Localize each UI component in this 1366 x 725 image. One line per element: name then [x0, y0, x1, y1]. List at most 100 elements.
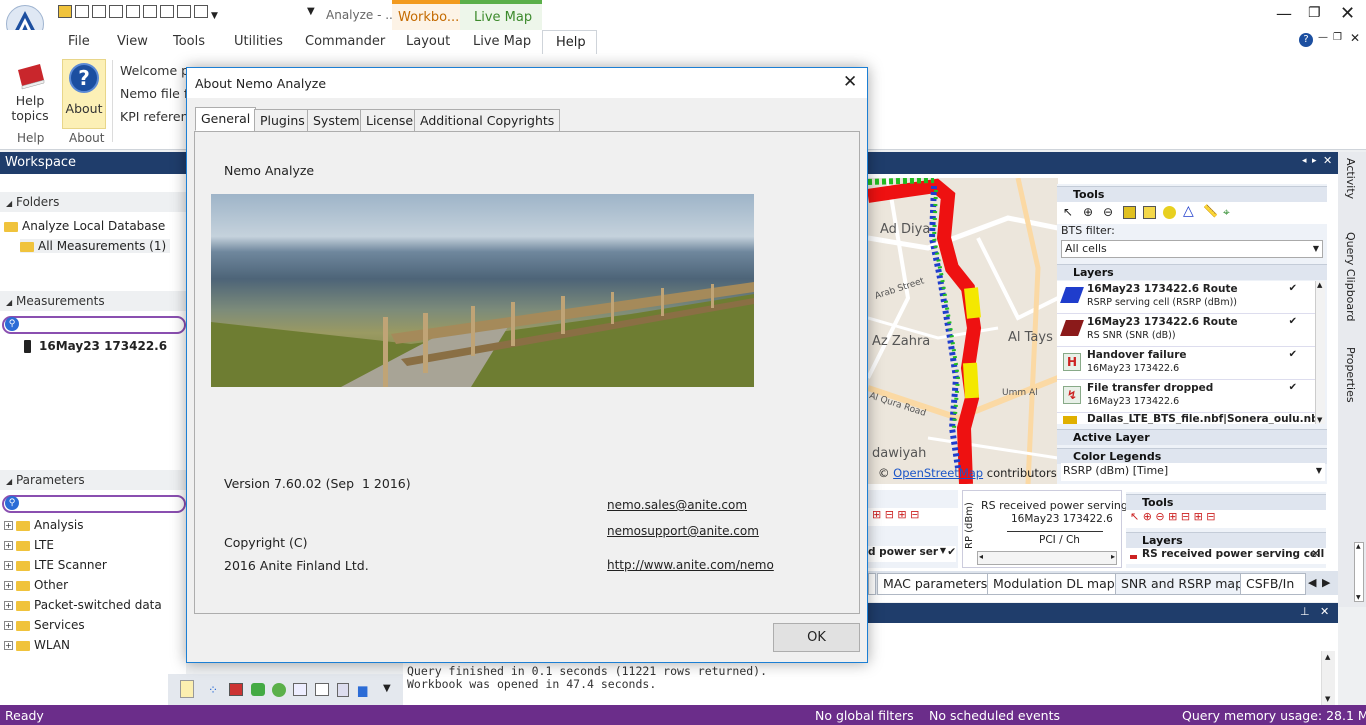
context-tab-workbook[interactable]: Workbo... [392, 0, 460, 30]
param-services[interactable]: + Services [4, 618, 85, 632]
color-legends-header[interactable]: Color Legends [1057, 448, 1327, 464]
lower-layers-header[interactable]: Layers [1126, 532, 1326, 548]
menu-view[interactable]: View [117, 34, 148, 49]
param-other[interactable]: + Other [4, 578, 68, 592]
parameters-section-header[interactable]: ◢ Parameters [0, 470, 186, 490]
add-point-icon[interactable]: ⌖ [1223, 205, 1230, 220]
map-canvas[interactable]: Ad Diya Arab Street Az Zahra Al Tays Umm… [868, 178, 1058, 484]
ok-button[interactable]: OK [773, 623, 860, 652]
menu-commander[interactable]: Commander [305, 34, 385, 49]
document-icon[interactable] [337, 683, 349, 697]
context-tab-livemap[interactable]: Live Map [460, 0, 542, 30]
color-legend-select[interactable]: RSRP (dBm) [Time] ▼ [1061, 463, 1325, 481]
tab-modulation-dl-map[interactable]: Modulation DL map [987, 573, 1121, 595]
param-packet-switched[interactable]: + Packet-switched data [4, 598, 162, 612]
tab-plugins[interactable]: Plugins [254, 109, 311, 132]
kpi-reference-link[interactable]: KPI referen [120, 109, 189, 124]
param-lte-scanner[interactable]: + LTE Scanner [4, 558, 107, 572]
support-email-link[interactable]: nemosupport@anite.com [607, 524, 759, 538]
param-lte[interactable]: + LTE [4, 538, 54, 552]
layer-route-snr[interactable]: 16May23 173422.6 Route RS SNR (SNR (dB))… [1057, 314, 1315, 347]
bts-filter-select[interactable]: All cells ▼ [1061, 240, 1323, 258]
bar-chart-icon[interactable]: ▆ [358, 683, 367, 697]
pin-icon[interactable]: ⊥ [1300, 605, 1310, 618]
grid-icon[interactable] [229, 683, 243, 696]
tab-scroll-left-icon[interactable]: ◀ [1308, 576, 1316, 589]
mdi-minimize-icon[interactable]: — [1318, 32, 1328, 43]
zoom-in-icon[interactable]: ⊕ [1083, 205, 1093, 219]
nodes-icon[interactable]: ⁘ [208, 683, 218, 697]
tab-system[interactable]: System [307, 109, 366, 132]
triangle-icon[interactable]: △ [1183, 203, 1194, 219]
measurements-search-input[interactable]: ⚲ [2, 316, 186, 334]
lower-left-item[interactable]: d power ser ▼ ✔ [868, 546, 956, 562]
dialog-close-button[interactable]: ✕ [843, 72, 857, 92]
about-button[interactable]: ? About [62, 59, 106, 129]
menu-file[interactable]: File [68, 34, 90, 49]
status-scheduled-events[interactable]: No scheduled events [929, 708, 1060, 723]
param-wlan[interactable]: + WLAN [4, 638, 70, 652]
menu-live-map[interactable]: Live Map [473, 34, 531, 49]
tab-snr-rsrp-map[interactable]: SNR and RSRP map [1115, 573, 1250, 595]
tab-csfb[interactable]: CSFB/In [1240, 573, 1306, 595]
report-icon[interactable] [194, 5, 208, 18]
layer-route-rsrp[interactable]: 16May23 173422.6 Route RSRP serving cell… [1057, 281, 1315, 314]
tool-icon[interactable] [109, 5, 123, 18]
export-icon[interactable] [177, 5, 191, 18]
tab-additional-copyrights[interactable]: Additional Copyrights [414, 109, 561, 132]
sales-email-link[interactable]: nemo.sales@anite.com [607, 498, 747, 512]
tree-folder-all-measurements[interactable]: All Measurements (1) [20, 239, 171, 253]
welcome-link[interactable]: Welcome p [120, 63, 189, 78]
phone-view-icon[interactable] [180, 680, 194, 698]
window-icon[interactable] [126, 5, 140, 18]
pan-icon[interactable] [1163, 206, 1176, 219]
tab-general[interactable]: General [195, 107, 257, 131]
chart-hscrollbar[interactable]: ◂ ▸ [977, 551, 1117, 565]
openstreetmap-link[interactable]: OpenStreetMap [893, 466, 983, 480]
folders-section-header[interactable]: ◢ Folders [0, 192, 186, 212]
list-icon[interactable] [315, 683, 329, 696]
map-filter-icon[interactable] [1143, 206, 1156, 219]
parameters-search-input[interactable]: ⚲ [2, 495, 186, 513]
layer-visible-checkbox[interactable]: ✔ [1289, 316, 1297, 327]
lower-layer-item[interactable]: RS received power serving cell ✕ [1126, 548, 1326, 564]
map-select-icon[interactable] [1123, 206, 1136, 219]
remove-layer-icon[interactable]: ✕ [1311, 548, 1320, 560]
layer-bts-file[interactable]: Dallas_LTE_BTS_file.nbf|Sonera_oulu.nbf [1057, 413, 1315, 424]
map-close-icon[interactable]: ✕ [1323, 154, 1332, 167]
website-link[interactable]: http://www.anite.com/nemo [607, 558, 774, 572]
menu-utilities[interactable]: Utilities [234, 34, 283, 49]
menu-tools[interactable]: Tools [173, 34, 205, 49]
ruler-icon[interactable]: 📏 [1203, 204, 1218, 218]
customize-qat-icon[interactable]: ▼ [307, 6, 315, 17]
lower-tools-header[interactable]: Tools [1126, 494, 1326, 510]
globe-icon[interactable] [272, 683, 286, 697]
layers-section-header[interactable]: Layers [1057, 264, 1327, 280]
pointer-icon[interactable]: ↖ [1063, 205, 1073, 219]
status-global-filters[interactable]: No global filters [815, 708, 914, 723]
menu-help-tab[interactable]: Help [542, 30, 597, 55]
tab-scroll-right-icon[interactable]: ▶ [1322, 576, 1330, 589]
layer-visible-checkbox[interactable]: ✔ [1289, 283, 1297, 294]
param-analysis[interactable]: + Analysis [4, 518, 83, 532]
restore-button[interactable]: ❐ [1308, 5, 1321, 21]
query-icon[interactable] [160, 5, 174, 18]
minimize-button[interactable]: — [1276, 4, 1292, 23]
layers-scrollbar[interactable]: ▲ ▼ [1315, 281, 1325, 424]
measurement-item[interactable]: 16May23 173422.6 [8, 339, 167, 353]
layer-visible-checkbox[interactable]: ✔ [1289, 382, 1297, 393]
table-icon[interactable] [293, 683, 307, 696]
side-tab-properties[interactable]: Properties [1344, 347, 1357, 403]
measurements-section-header[interactable]: ◢ Measurements [0, 291, 186, 311]
tab-license[interactable]: License [360, 109, 420, 132]
nav-left-icon[interactable]: ◂ [1302, 156, 1307, 166]
active-layer-header[interactable]: Active Layer [1057, 429, 1327, 445]
filter-icon[interactable] [143, 5, 157, 18]
toolbar-overflow-icon[interactable]: ▼ [383, 683, 391, 694]
mdi-restore-icon[interactable]: ❐ [1333, 32, 1342, 43]
close-button[interactable]: ✕ [1340, 3, 1355, 24]
side-tab-query-clipboard[interactable]: Query Clipboard [1344, 232, 1357, 321]
tools-section-header[interactable]: Tools [1057, 186, 1327, 202]
help-question-icon[interactable]: ? [1299, 33, 1313, 47]
nemo-file-link[interactable]: Nemo file f [120, 86, 188, 101]
